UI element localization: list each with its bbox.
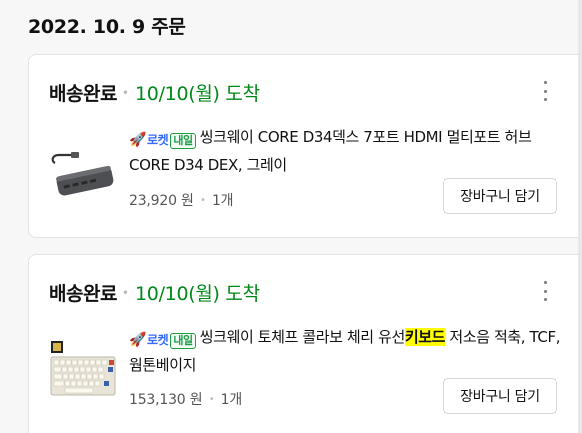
separator-dot: • bbox=[121, 86, 129, 100]
product-title[interactable]: 🚀 로켓 내일 씽크웨이 CORE D34덱스 7포트 HDMI 멀티포트 허브… bbox=[129, 125, 569, 178]
keyboard-product-image[interactable] bbox=[49, 335, 117, 403]
scrollbar[interactable] bbox=[578, 0, 582, 433]
delivery-status-row: 배송완료 • 10/10(월) 도착 bbox=[49, 279, 260, 306]
order-card: 배송완료 • 10/10(월) 도착 bbox=[28, 254, 582, 433]
arrival-date: 10/10(월) 도착 bbox=[135, 83, 260, 105]
more-options-icon[interactable] bbox=[541, 281, 549, 301]
more-options-icon[interactable] bbox=[541, 81, 549, 101]
rocket-delivery-badge: 🚀 로켓 내일 bbox=[129, 328, 196, 353]
product-info: 🚀 로켓 내일 씽크웨이 토체프 콜라보 체리 유선키보드 저소음 적축, TC… bbox=[129, 325, 579, 378]
order-date-heading: 2022. 10. 9 주문 bbox=[28, 16, 186, 38]
price-row: 23,920 원 • 1개 bbox=[129, 193, 234, 209]
rocket-icon: 🚀 bbox=[129, 332, 147, 348]
delivery-status-row: 배송완료 • 10/10(월) 도착 bbox=[49, 79, 260, 106]
price-row: 153,130 원 • 1개 bbox=[129, 392, 243, 408]
order-list-page: 2022. 10. 9 주문 배송완료 • 10/10(월) 도착 🚀 로켓 내… bbox=[0, 0, 582, 433]
product-price: 23,920 원 bbox=[129, 193, 194, 209]
delivery-status: 배송완료 bbox=[49, 83, 117, 105]
usb-hub-product-image[interactable] bbox=[49, 141, 117, 209]
add-to-cart-button[interactable]: 장바구니 담기 bbox=[443, 178, 557, 214]
separator-dot: • bbox=[121, 286, 129, 300]
add-to-cart-button[interactable]: 장바구니 담기 bbox=[443, 378, 557, 414]
product-title-text: 씽크웨이 토체프 콜라보 체리 유선 bbox=[199, 328, 405, 346]
order-card: 배송완료 • 10/10(월) 도착 bbox=[28, 54, 582, 238]
rocket-icon: 🚀 bbox=[129, 132, 147, 148]
search-highlight: 키보드 bbox=[404, 328, 446, 346]
product-title[interactable]: 🚀 로켓 내일 씽크웨이 토체프 콜라보 체리 유선키보드 저소음 적축, TC… bbox=[129, 325, 569, 378]
product-price: 153,130 원 bbox=[129, 392, 203, 408]
rocket-delivery-badge: 🚀 로켓 내일 bbox=[129, 128, 196, 153]
product-quantity: 1개 bbox=[220, 392, 243, 408]
product-quantity: 1개 bbox=[211, 193, 234, 209]
delivery-status: 배송완료 bbox=[49, 283, 117, 305]
product-info: 🚀 로켓 내일 씽크웨이 CORE D34덱스 7포트 HDMI 멀티포트 허브… bbox=[129, 125, 579, 178]
arrival-date: 10/10(월) 도착 bbox=[135, 283, 260, 305]
